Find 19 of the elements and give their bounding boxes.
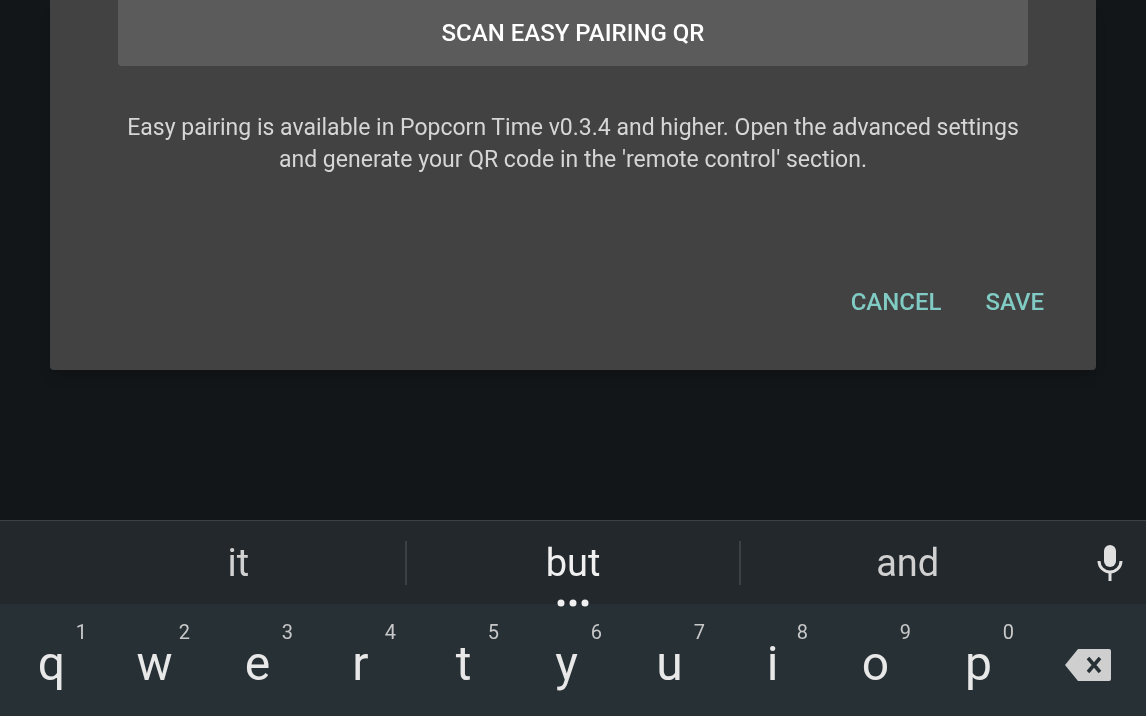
- suggestion-item[interactable]: but: [545, 540, 601, 585]
- more-dots-icon: [556, 598, 590, 607]
- key[interactable]: 6 y: [515, 604, 618, 716]
- pairing-info-text: Easy pairing is available in Popcorn Time v0.3.4 and higher. Open the advanced settings and generate your QR code in the 'remote control' section.: [126, 113, 1020, 175]
- microphone-icon[interactable]: [1096, 542, 1124, 583]
- key[interactable]: 5 t: [412, 604, 515, 716]
- scan-qr-button[interactable]: SCAN EASY PAIRING QR: [118, 0, 1028, 66]
- key[interactable]: 8 i: [721, 604, 824, 716]
- key[interactable]: 3 e: [206, 604, 309, 716]
- suggestion-item[interactable]: it: [227, 540, 250, 585]
- key[interactable]: 1 q: [0, 604, 103, 716]
- suggestion-item[interactable]: and: [876, 540, 940, 585]
- backspace-icon[interactable]: [1064, 648, 1112, 682]
- key[interactable]: 7 u: [618, 604, 721, 716]
- cancel-button[interactable]: CANCEL: [838, 280, 954, 324]
- key[interactable]: 4 r: [309, 604, 412, 716]
- save-button[interactable]: SAVE: [973, 280, 1056, 324]
- key[interactable]: 0 p: [927, 604, 1030, 716]
- key[interactable]: 9 o: [824, 604, 927, 716]
